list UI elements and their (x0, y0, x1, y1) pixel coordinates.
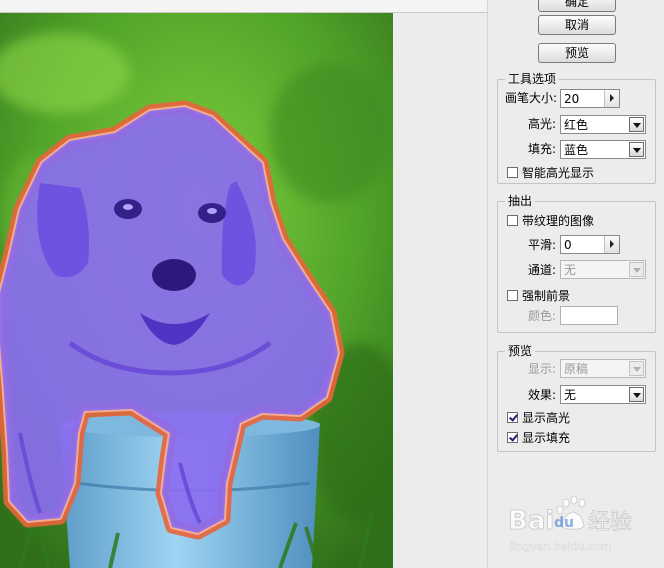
effect-select[interactable]: 无 (560, 385, 646, 404)
preview-options-group: 预览 显示: 原稿 效果: 无 显示高光 显示填充 (497, 344, 656, 452)
fill-color-value: 蓝色 (564, 143, 589, 157)
smooth-value: 0 (564, 238, 572, 252)
fill-color-select[interactable]: 蓝色 (560, 140, 646, 159)
effect-label: 效果: (528, 388, 557, 402)
channel-label: 通道: (528, 263, 557, 277)
baidu-jingyan-watermark: Bai du 经验 jingyan.baidu.com (508, 496, 632, 553)
textured-image-checkbox[interactable] (507, 215, 518, 226)
svg-text:经验: 经验 (588, 510, 632, 535)
chevron-down-icon[interactable] (629, 361, 644, 376)
chevron-down-icon[interactable] (629, 117, 644, 132)
brush-size-field[interactable]: 20 (560, 89, 620, 108)
extract-title: 抽出 (505, 194, 536, 208)
tool-options-title: 工具选项 (505, 72, 560, 86)
options-panel: 确定 取消 预览 工具选项 画笔大小: 20 高光: 红色 填充: 蓝色 智能高… (488, 0, 664, 568)
textured-image-label: 带纹理的图像 (522, 214, 595, 228)
ok-button[interactable]: 确定 (538, 0, 616, 12)
chevron-down-icon[interactable] (629, 142, 644, 157)
tool-options-group: 工具选项 画笔大小: 20 高光: 红色 填充: 蓝色 智能高光显示 (497, 72, 656, 184)
svg-text:du: du (554, 515, 574, 531)
smooth-field[interactable]: 0 (560, 235, 620, 254)
cancel-button[interactable]: 取消 (538, 15, 616, 35)
canvas-background (393, 13, 488, 568)
highlight-color-value: 红色 (564, 118, 589, 132)
brush-size-label: 画笔大小: (505, 91, 558, 105)
highlight-color-select[interactable]: 红色 (560, 115, 646, 134)
color-swatch-field[interactable] (560, 306, 618, 325)
brush-size-value: 20 (564, 92, 580, 106)
smart-highlight-label: 智能高光显示 (522, 166, 595, 180)
show-highlight-checkbox[interactable] (507, 412, 518, 423)
svg-text:jingyan.baidu.com: jingyan.baidu.com (509, 540, 612, 553)
force-foreground-label: 强制前景 (522, 289, 571, 303)
show-highlight-label: 显示高光 (522, 411, 571, 425)
smart-highlight-checkbox[interactable] (507, 167, 518, 178)
preview-canvas[interactable] (0, 0, 488, 568)
highlight-label: 高光: (528, 117, 557, 131)
preview-options-title: 预览 (505, 344, 536, 358)
color-label: 颜色: (528, 309, 557, 323)
chevron-down-icon[interactable] (629, 262, 644, 277)
chevron-down-icon[interactable] (629, 387, 644, 402)
fill-label: 填充: (528, 142, 557, 156)
show-fill-checkbox[interactable] (507, 432, 518, 443)
preview-button[interactable]: 预览 (538, 43, 616, 63)
show-value: 原稿 (564, 362, 589, 376)
force-foreground-checkbox[interactable] (507, 290, 518, 301)
extract-group: 抽出 带纹理的图像 平滑: 0 通道: 无 强制前景 颜色: (497, 194, 656, 333)
channel-value: 无 (564, 263, 577, 277)
preview-image[interactable] (0, 13, 393, 568)
show-fill-label: 显示填充 (522, 431, 571, 445)
smooth-label: 平滑: (528, 238, 557, 252)
channel-select[interactable]: 无 (560, 260, 646, 279)
show-select[interactable]: 原稿 (560, 359, 646, 378)
brush-size-slider-arrow-icon[interactable] (604, 90, 619, 107)
smooth-slider-arrow-icon[interactable] (604, 236, 619, 253)
show-label: 显示: (528, 362, 557, 376)
svg-text:Bai: Bai (508, 506, 554, 536)
effect-value: 无 (564, 388, 577, 402)
canvas-top-edge (0, 0, 488, 13)
